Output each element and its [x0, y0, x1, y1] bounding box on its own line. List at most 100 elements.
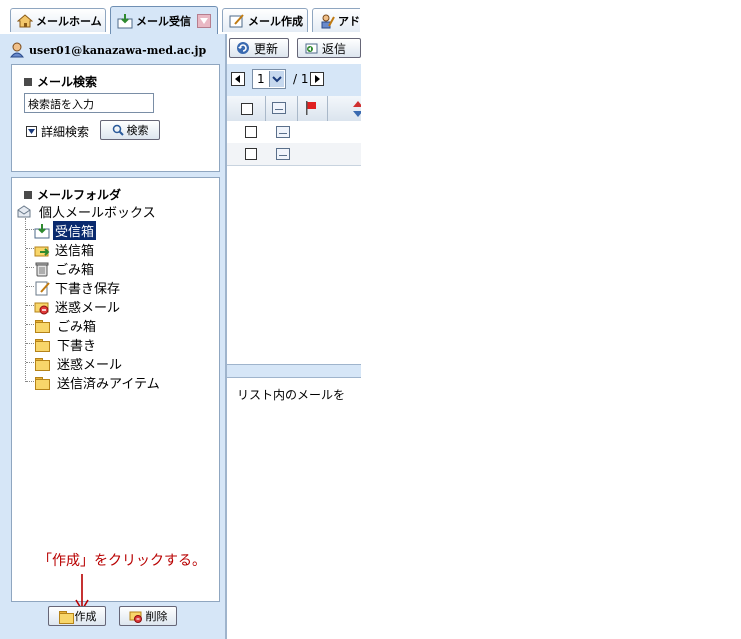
folder-trash[interactable]: ごみ箱 [34, 259, 96, 278]
mailbox-root[interactable]: 個人メールボックス [16, 202, 158, 221]
tab-bar: メールホーム メール受信 メール作成 アドレ [0, 0, 360, 34]
folder-label: ごみ箱 [57, 320, 97, 335]
spam-icon [34, 299, 50, 315]
tree-connector [26, 229, 34, 230]
address-book-icon [319, 13, 335, 29]
search-title: メール検索 [24, 73, 97, 90]
arrow-right-icon [315, 75, 320, 83]
expand-arrow-icon [26, 126, 37, 137]
folder-drafts-2[interactable]: 下書き [34, 335, 98, 354]
refresh-icon [236, 41, 250, 55]
folder-spam[interactable]: 迷惑メール [34, 297, 122, 316]
user-email: user01@kanazawa-med.ac.jp [29, 43, 207, 57]
next-page-button[interactable] [310, 72, 324, 86]
prev-page-button[interactable] [231, 72, 245, 86]
priority-sort-icon[interactable] [353, 101, 361, 117]
tab-mail-receive[interactable]: メール受信 [110, 6, 218, 34]
tree-connector [26, 267, 34, 268]
trash-icon [34, 261, 50, 277]
message-list-area: 更新 返信 1 / 1 リスト内のメールを [226, 34, 361, 639]
mailbox-root-label: 個人メールボックス [39, 206, 156, 221]
pane-splitter[interactable] [227, 364, 361, 378]
tree-connector [26, 305, 34, 306]
inbox-icon [117, 13, 133, 29]
row-checkbox[interactable] [245, 126, 257, 138]
delete-folder-button[interactable]: 削除 [119, 606, 177, 626]
folder-label: 送信箱 [55, 244, 95, 259]
inbox-icon [34, 223, 50, 239]
reply-label: 返信 [322, 41, 347, 56]
tab-label: メール受信 [136, 14, 191, 28]
search-title-text: メール検索 [37, 75, 98, 89]
folder-label: 受信箱 [53, 221, 97, 240]
create-button-label: 作成 [74, 610, 97, 623]
folder-icon [34, 357, 50, 371]
page-total: / 1 [293, 72, 309, 86]
square-bullet-icon [24, 77, 32, 86]
square-bullet-icon [24, 190, 32, 199]
folder-label: 迷惑メール [55, 301, 121, 316]
user-account: user01@kanazawa-med.ac.jp [9, 42, 207, 58]
search-input[interactable]: 検索語を入力 [24, 93, 154, 113]
folder-label: 送信済みアイテム [57, 377, 160, 392]
folder-label: 下書き保存 [55, 282, 121, 297]
tree-connector [26, 343, 34, 344]
page-select[interactable]: 1 [252, 69, 286, 89]
read-status-icon[interactable] [272, 102, 286, 114]
folder-title: メールフォルダ [24, 186, 121, 203]
arrow-left-icon [235, 75, 240, 83]
delete-button-label: 削除 [145, 610, 168, 623]
advanced-search-label: 詳細検索 [41, 125, 90, 139]
mail-search-panel: メール検索 検索語を入力 詳細検索 検索 [11, 64, 220, 172]
search-button-label: 検索 [126, 124, 149, 137]
instruction-annotation: 「作成」をクリックする。 [38, 553, 206, 569]
row-checkbox[interactable] [245, 148, 257, 160]
mailbox-icon [16, 204, 32, 220]
outbox-icon [34, 242, 50, 258]
folder-outbox[interactable]: 送信箱 [34, 240, 96, 259]
draft-icon [34, 280, 50, 296]
tree-connector [25, 218, 26, 382]
reply-button[interactable]: 返信 [297, 38, 361, 58]
tree-connector [26, 362, 34, 363]
message-list-header [227, 96, 361, 122]
folder-inbox[interactable]: 受信箱 [34, 221, 97, 240]
folder-icon [34, 338, 50, 352]
tab-address-book[interactable]: アドレ [312, 8, 360, 32]
delete-folder-icon [129, 609, 143, 623]
tab-mail-compose[interactable]: メール作成 [222, 8, 308, 32]
mail-read-icon [276, 148, 290, 160]
folder-trash-2[interactable]: ごみ箱 [34, 316, 98, 335]
table-row[interactable] [227, 121, 361, 144]
tab-label: メールホーム [36, 14, 102, 28]
folder-drafts[interactable]: 下書き保存 [34, 278, 122, 297]
flag-icon[interactable] [305, 101, 317, 115]
refresh-button[interactable]: 更新 [229, 38, 289, 58]
folder-icon [58, 610, 74, 624]
tree-connector [26, 248, 34, 249]
page-select-value: 1 [257, 72, 265, 86]
magnifier-icon [112, 124, 124, 136]
tab-mail-home[interactable]: メールホーム [10, 8, 106, 32]
select-all-checkbox[interactable] [241, 103, 253, 115]
refresh-label: 更新 [254, 41, 279, 56]
folder-label: 迷惑メール [57, 358, 123, 373]
folder-spam-2[interactable]: 迷惑メール [34, 354, 124, 373]
table-row[interactable] [227, 143, 361, 166]
folder-title-text: メールフォルダ [37, 188, 122, 202]
create-folder-button[interactable]: 作成 [48, 606, 106, 626]
folder-sent-items[interactable]: 送信済みアイテム [34, 373, 162, 392]
folder-icon [34, 319, 50, 333]
mail-read-icon [276, 126, 290, 138]
tree-connector [26, 381, 34, 382]
tree-connector [26, 286, 34, 287]
search-button[interactable]: 検索 [100, 120, 160, 140]
tab-label: メール作成 [248, 14, 303, 28]
folder-icon [34, 376, 50, 390]
folder-label: ごみ箱 [55, 263, 95, 278]
chevron-down-icon[interactable] [197, 13, 211, 28]
folder-label: 下書き [57, 339, 97, 354]
user-icon [9, 42, 25, 58]
tree-connector [26, 324, 34, 325]
advanced-search-toggle[interactable]: 詳細検索 [26, 123, 89, 140]
